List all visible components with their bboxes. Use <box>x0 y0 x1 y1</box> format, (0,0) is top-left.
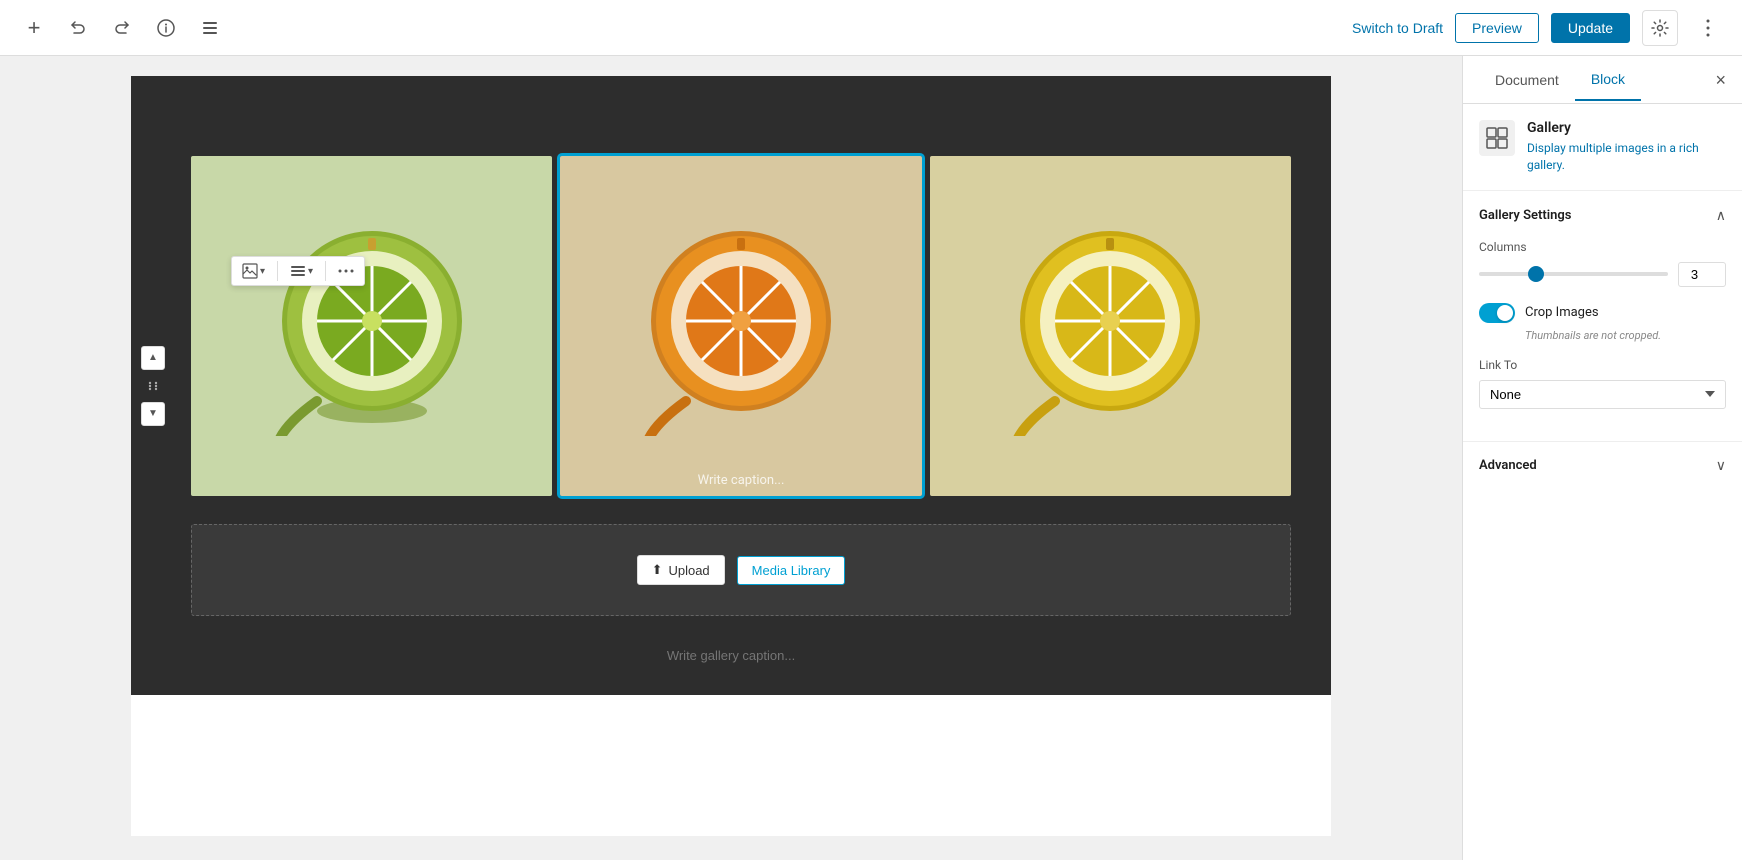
top-toolbar: + <box>0 0 1742 56</box>
link-to-label: Link To <box>1479 358 1726 372</box>
media-library-button[interactable]: Media Library <box>737 556 846 585</box>
gallery-item-2[interactable]: ‹ › × <box>560 156 921 496</box>
list-view-button[interactable] <box>192 10 228 46</box>
block-name: Gallery <box>1527 120 1726 136</box>
toolbar-left: + <box>16 10 228 46</box>
gallery-item-3[interactable] <box>930 156 1291 496</box>
gallery-block-icon <box>1479 120 1515 156</box>
block-info: Gallery Display multiple images in a ric… <box>1463 104 1742 191</box>
gallery-settings-title: Gallery Settings <box>1479 208 1571 223</box>
redo-button[interactable] <box>104 10 140 46</box>
caption-placeholder[interactable]: Write caption... <box>698 473 785 488</box>
switch-to-draft-button[interactable]: Switch to Draft <box>1352 20 1443 36</box>
settings-button[interactable] <box>1642 10 1678 46</box>
move-down-button[interactable]: ▼ <box>141 402 165 426</box>
link-to-select[interactable]: None Media File Attachment Page <box>1479 380 1726 409</box>
tab-document[interactable]: Document <box>1479 59 1575 101</box>
sidebar-tabs: Document Block <box>1479 59 1641 101</box>
gallery-block[interactable]: ▲ ▼ <box>131 76 1331 695</box>
editor-content: ▲ ▼ <box>131 76 1331 836</box>
crop-images-label: Crop Images <box>1525 305 1599 320</box>
columns-range-row <box>1479 262 1726 287</box>
tab-block[interactable]: Block <box>1575 59 1641 101</box>
more-options-button[interactable] <box>1690 10 1726 46</box>
crop-images-toggle[interactable] <box>1479 303 1515 323</box>
upload-label: Upload <box>668 563 709 578</box>
block-toolbar: ▾ ▾ <box>231 256 365 286</box>
drag-handle[interactable] <box>141 374 165 398</box>
crop-images-hint: Thumbnails are not cropped. <box>1525 329 1726 342</box>
toolbar-right: Switch to Draft Preview Update <box>1352 10 1726 46</box>
upload-icon: ⬆ <box>652 562 663 578</box>
crop-images-toggle-row: Crop Images <box>1479 303 1726 323</box>
columns-number-input[interactable] <box>1678 262 1726 287</box>
move-handles: ▲ ▼ <box>141 346 165 426</box>
toggle-knob <box>1497 305 1513 321</box>
upload-button[interactable]: ⬆ Upload <box>637 555 725 585</box>
crop-images-setting: Crop Images Thumbnails are not cropped. <box>1479 303 1726 342</box>
add-block-button[interactable]: + <box>16 10 52 46</box>
gallery-settings-section: Gallery Settings ∧ Columns Crop Images <box>1463 191 1742 442</box>
settings-section-header: Gallery Settings ∧ <box>1479 207 1726 224</box>
advanced-header[interactable]: Advanced ∨ <box>1479 458 1726 474</box>
block-info-text: Gallery Display multiple images in a ric… <box>1527 120 1726 174</box>
preview-button[interactable]: Preview <box>1455 13 1539 43</box>
main-area: ▲ ▼ <box>0 56 1742 860</box>
gallery-grid: ‹ › × <box>151 96 1311 516</box>
align-button[interactable]: ▾ <box>282 259 321 283</box>
image-type-button[interactable]: ▾ <box>234 259 273 283</box>
more-block-options-button[interactable] <box>330 265 362 277</box>
advanced-title: Advanced <box>1479 458 1537 473</box>
columns-label: Columns <box>1479 240 1726 254</box>
advanced-chevron-icon: ∨ <box>1716 458 1726 474</box>
columns-slider[interactable] <box>1479 272 1668 276</box>
right-sidebar: Document Block × Gallery Display multipl… <box>1462 56 1742 860</box>
editor-area[interactable]: ▲ ▼ <box>0 56 1462 860</box>
update-button[interactable]: Update <box>1551 13 1630 43</box>
gallery-caption-input[interactable] <box>151 636 1311 675</box>
sidebar-header: Document Block × <box>1463 56 1742 104</box>
info-button[interactable] <box>148 10 184 46</box>
block-description: Display multiple images in a rich galler… <box>1527 140 1726 174</box>
move-up-button[interactable]: ▲ <box>141 346 165 370</box>
lemon-bag-image <box>930 156 1291 496</box>
collapse-gallery-settings-button[interactable]: ∧ <box>1716 207 1726 224</box>
close-sidebar-button[interactable]: × <box>1715 71 1726 89</box>
upload-area: ⬆ Upload Media Library <box>191 524 1291 616</box>
columns-setting: Columns <box>1479 240 1726 287</box>
gallery-item-1[interactable] <box>191 156 552 496</box>
lime-bag-image <box>191 156 552 496</box>
orange-bag-image <box>560 156 921 496</box>
undo-button[interactable] <box>60 10 96 46</box>
link-to-setting: Link To None Media File Attachment Page <box>1479 358 1726 409</box>
advanced-section: Advanced ∨ <box>1463 442 1742 490</box>
